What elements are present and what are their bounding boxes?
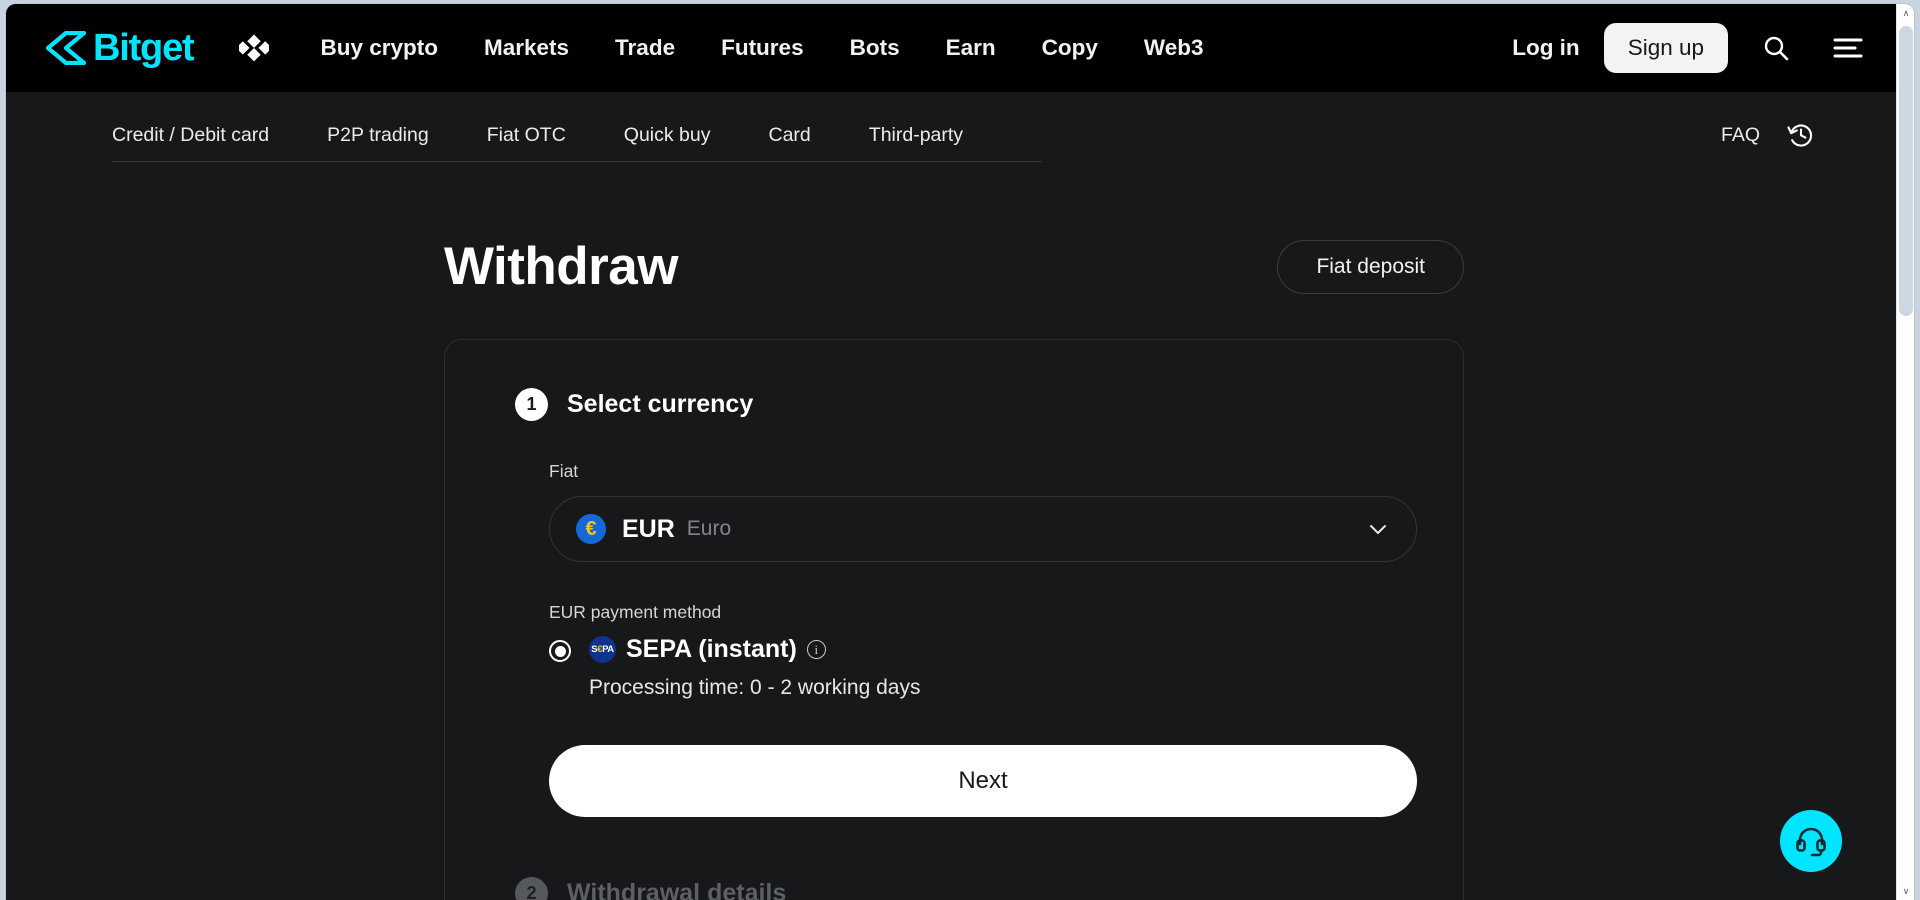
top-navigation-bar: Bitget Buy crypto Markets Trade Futures … (6, 4, 1896, 92)
payment-method-row: S € PA SEPA (instant) i (589, 635, 920, 664)
signup-button[interactable]: Sign up (1603, 23, 1728, 73)
fiat-label: Fiat (549, 461, 579, 481)
step-2-badge: 2 (515, 877, 548, 900)
headset-support-icon (1796, 827, 1826, 857)
scrollbar-up-arrow[interactable]: ∧ (1897, 4, 1914, 22)
withdraw-step-card: 1 Select currency Fiat € EUR Euro EUR pa… (444, 339, 1464, 900)
subnav-divider (112, 161, 1042, 162)
sepa-logo-icon: S € PA (589, 636, 616, 663)
nav-item-bots[interactable]: Bots (827, 36, 923, 60)
fiat-field-block: Fiat € EUR Euro EUR payment method S € P… (445, 461, 1463, 700)
nav-item-trade[interactable]: Trade (592, 36, 698, 60)
top-nav-actions: Log in Sign up (1488, 4, 1870, 92)
currency-select[interactable]: € EUR Euro (549, 496, 1417, 562)
next-button[interactable]: Next (549, 745, 1417, 817)
payment-method-name: SEPA (instant) (626, 635, 797, 663)
history-clock-icon[interactable] (1786, 120, 1816, 150)
page-header: Withdraw Fiat deposit (444, 236, 1464, 297)
hamburger-menu-icon[interactable] (1826, 26, 1870, 70)
sub-navigation-bar: Credit / Debit card P2P trading Fiat OTC… (6, 92, 1896, 178)
top-nav-links: Buy crypto Markets Trade Futures Bots Ea… (297, 36, 1227, 60)
bitget-logo[interactable]: Bitget (44, 27, 195, 69)
payment-method-label: EUR payment method (549, 602, 722, 622)
nav-item-futures[interactable]: Futures (698, 36, 827, 60)
bitget-logo-mark (45, 31, 86, 65)
bitget-logo-text: Bitget (93, 27, 195, 69)
support-chat-button[interactable] (1780, 810, 1842, 872)
subnav-item-credit-debit-card[interactable]: Credit / Debit card (112, 124, 298, 147)
payment-method-option-sepa[interactable]: S € PA SEPA (instant) i Processing time: 0… (549, 635, 1359, 700)
sepa-logo-pa: PA (602, 644, 614, 655)
nav-item-earn[interactable]: Earn (923, 36, 1019, 60)
login-link[interactable]: Log in (1488, 35, 1603, 61)
step-1-header: 1 Select currency (445, 388, 1463, 421)
currency-name: Euro (686, 517, 732, 540)
scrollbar-down-arrow[interactable]: ∨ (1897, 882, 1914, 900)
page-viewport: Bitget Buy crypto Markets Trade Futures … (6, 4, 1896, 900)
subnav-item-card[interactable]: Card (740, 124, 840, 147)
step-2-header[interactable]: 2 Withdrawal details (445, 877, 1463, 900)
nav-item-web3[interactable]: Web3 (1121, 36, 1227, 60)
page-content: Withdraw Fiat deposit 1 Select currency … (6, 236, 1896, 900)
page-scrollbar[interactable]: ∧ ∨ (1896, 4, 1914, 900)
faq-link[interactable]: FAQ (1721, 124, 1760, 147)
step-1-title: Select currency (567, 390, 754, 418)
eur-coin-icon: € (576, 514, 606, 544)
sub-nav-actions: FAQ (1721, 92, 1816, 178)
payment-method-body: S € PA SEPA (instant) i Processing time: 0… (589, 635, 920, 700)
nav-item-copy[interactable]: Copy (1019, 36, 1121, 60)
payment-processing-time: Processing time: 0 - 2 working days (589, 676, 921, 699)
currency-code: EUR (622, 514, 675, 543)
page-title: Withdraw (444, 237, 679, 296)
subnav-item-p2p-trading[interactable]: P2P trading (298, 124, 458, 147)
subnav-item-fiat-otc[interactable]: Fiat OTC (458, 124, 595, 147)
nav-item-buy-crypto[interactable]: Buy crypto (297, 36, 461, 60)
sub-nav-links: Credit / Debit card P2P trading Fiat OTC… (112, 124, 992, 147)
diamond-grid-icon[interactable] (239, 33, 270, 63)
subnav-item-third-party[interactable]: Third-party (840, 124, 992, 147)
info-icon[interactable]: i (806, 640, 826, 659)
browser-window: Bitget Buy crypto Markets Trade Futures … (6, 4, 1914, 900)
fiat-deposit-button[interactable]: Fiat deposit (1277, 239, 1464, 294)
scrollbar-thumb[interactable] (1899, 26, 1913, 316)
step-2-title: Withdrawal details (567, 879, 787, 900)
payment-method-radio[interactable] (549, 640, 571, 662)
step-1-badge: 1 (515, 388, 548, 421)
subnav-item-quick-buy[interactable]: Quick buy (595, 124, 740, 147)
nav-item-markets[interactable]: Markets (461, 36, 592, 60)
chevron-down-icon[interactable] (1366, 517, 1390, 541)
search-icon[interactable] (1754, 26, 1798, 70)
